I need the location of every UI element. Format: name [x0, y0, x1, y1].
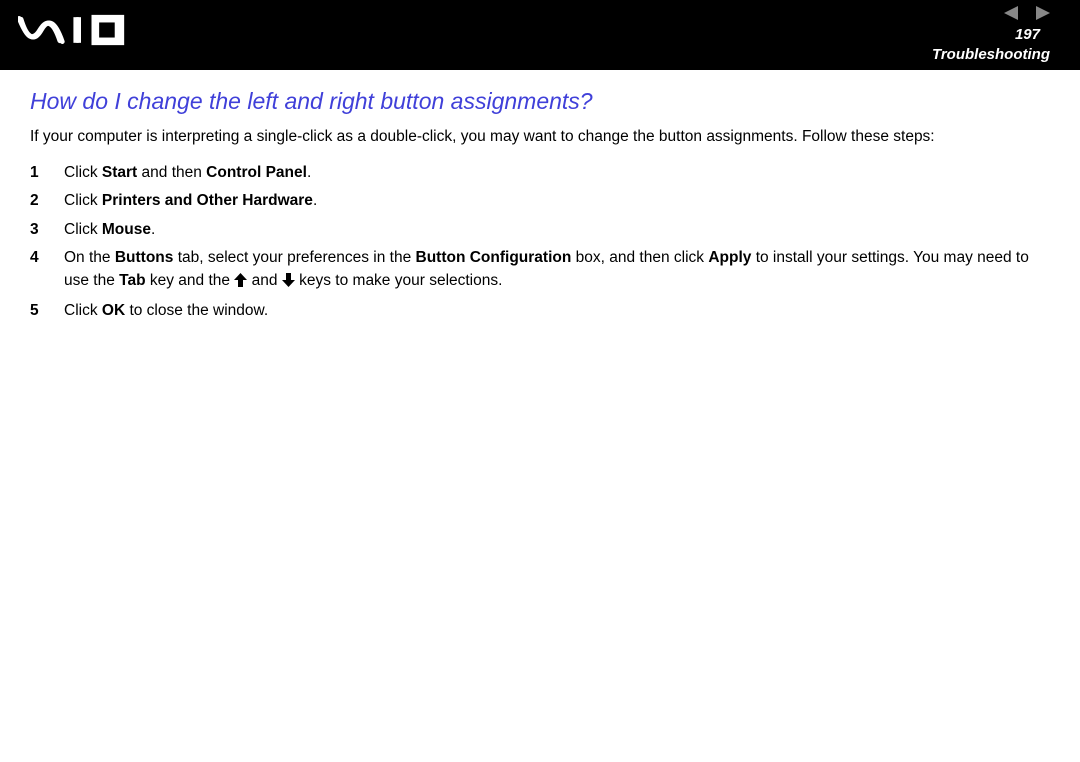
- step-text: .: [307, 164, 311, 181]
- content-area: How do I change the left and right butto…: [0, 70, 1080, 323]
- step-text: Click: [64, 192, 102, 209]
- step-bold: Control Panel: [206, 164, 307, 181]
- step-2: Click Printers and Other Hardware.: [30, 190, 1050, 212]
- step-bold: Printers and Other Hardware: [102, 192, 313, 209]
- step-bold: OK: [102, 302, 125, 319]
- step-text: Click: [64, 221, 102, 238]
- step-bold: Mouse: [102, 221, 151, 238]
- step-text: key and the: [146, 272, 235, 289]
- step-text: .: [151, 221, 155, 238]
- prev-page-icon[interactable]: [1004, 6, 1022, 20]
- step-bold: Apply: [708, 249, 751, 266]
- step-bold: Tab: [119, 272, 145, 289]
- section-label: Troubleshooting: [932, 46, 1050, 63]
- step-text: Click: [64, 302, 102, 319]
- step-text: keys to make your selections.: [295, 272, 503, 289]
- step-text: and: [247, 272, 281, 289]
- step-text: .: [313, 192, 317, 209]
- step-text: Click: [64, 164, 102, 181]
- step-1: Click Start and then Control Panel.: [30, 162, 1050, 184]
- page-title: How do I change the left and right butto…: [30, 88, 1050, 115]
- step-3: Click Mouse.: [30, 219, 1050, 241]
- step-text: On the: [64, 249, 115, 266]
- step-text: box, and then click: [571, 249, 708, 266]
- header-bar: 197 Troubleshooting: [0, 0, 1080, 70]
- step-4: On the Buttons tab, select your preferen…: [30, 247, 1050, 294]
- step-text: and then: [137, 164, 206, 181]
- step-text: tab, select your preferences in the: [173, 249, 415, 266]
- next-page-icon[interactable]: [1032, 6, 1050, 20]
- vaio-logo-overlay: [18, 12, 158, 48]
- intro-text: If your computer is interpreting a singl…: [30, 127, 1050, 148]
- step-text: to close the window.: [125, 302, 268, 319]
- step-5: Click OK to close the window.: [30, 300, 1050, 322]
- page-number: 197: [1015, 26, 1040, 43]
- steps-list: Click Start and then Control Panel. Clic…: [30, 162, 1050, 323]
- step-bold: Button Configuration: [416, 249, 572, 266]
- step-bold: Start: [102, 164, 137, 181]
- nav-arrows: [1004, 6, 1050, 20]
- arrow-down-icon: [282, 272, 295, 294]
- step-bold: Buttons: [115, 249, 174, 266]
- arrow-up-icon: [234, 272, 247, 294]
